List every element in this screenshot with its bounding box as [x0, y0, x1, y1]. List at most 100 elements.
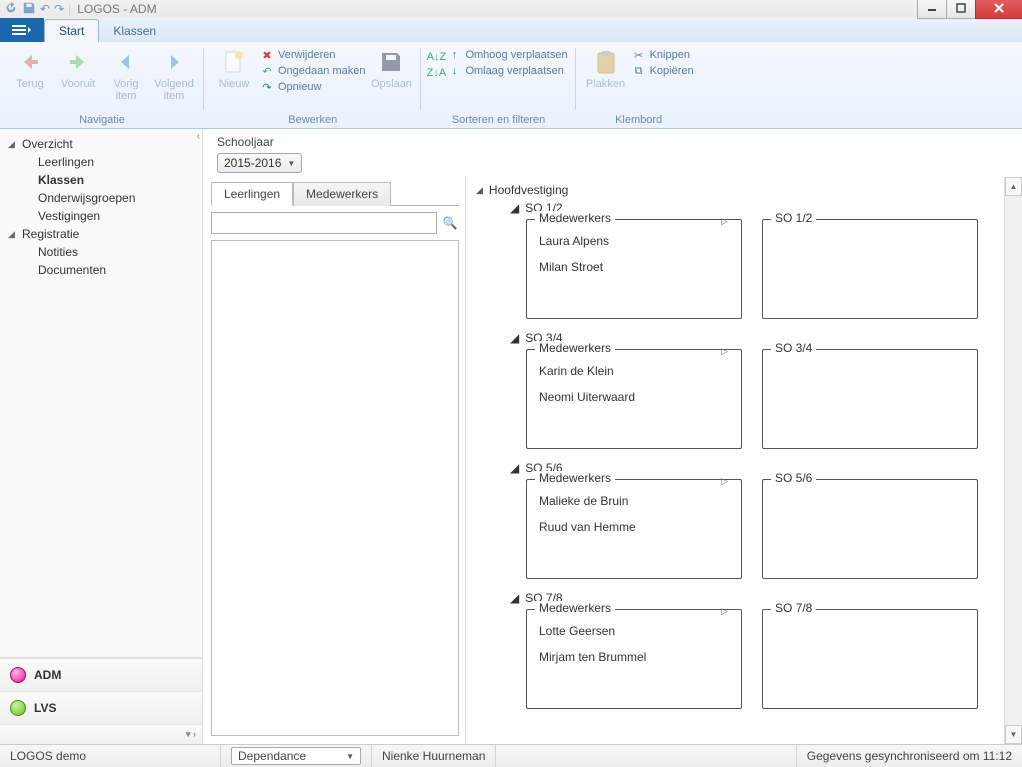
clipboard-icon: [592, 48, 620, 76]
nav-notities[interactable]: Notities: [0, 243, 202, 261]
nav-registratie[interactable]: ◢Registratie: [0, 225, 202, 243]
nav-prev-item-button[interactable]: Vorig item: [104, 44, 148, 102]
ribbon-group-bewerken: Nieuw ✖Verwijderen ↶Ongedaan maken ↷Opni…: [204, 42, 421, 128]
nav-klassen[interactable]: Klassen: [0, 171, 202, 189]
nav-vestigingen[interactable]: Vestigingen: [0, 207, 202, 225]
group-label-sorteren: Sorteren en filteren: [452, 114, 546, 128]
klas-body: MedewerkersLotte GeersenMirjam ten Brumm…: [526, 609, 1016, 709]
klas-box[interactable]: SO 3/4: [762, 349, 978, 449]
status-vestiging-select[interactable]: Dependance ▼: [231, 747, 361, 765]
ribbon: Terug Vooruit Vorig item Volgend item Na…: [0, 42, 1022, 129]
medewerker-name: Laura Alpens: [539, 228, 729, 254]
sort-az-icon: A↓Z: [429, 50, 443, 64]
medewerkers-box[interactable]: MedewerkersLotte GeersenMirjam ten Brumm…: [526, 609, 742, 709]
ribbon-tab-klassen[interactable]: Klassen: [99, 20, 170, 42]
app-menu-button[interactable]: [0, 18, 44, 42]
delete-icon: ✖: [260, 48, 274, 62]
klas-box[interactable]: SO 1/2: [762, 219, 978, 319]
nav-documenten[interactable]: Documenten: [0, 261, 202, 279]
minimize-button[interactable]: [917, 0, 946, 19]
arrow-down-icon: ↓: [447, 64, 461, 78]
qat-redo-icon[interactable]: ↷: [54, 2, 64, 16]
window-title: LOGOS - ADM: [77, 2, 156, 16]
klas-body: MedewerkersMalieke de BruinRuud van Hemm…: [526, 479, 1016, 579]
nav-back-button[interactable]: Terug: [8, 44, 52, 90]
leerlingen-list[interactable]: [211, 240, 459, 736]
expander-icon[interactable]: ▷: [721, 216, 728, 227]
search-icon[interactable]: 🔍: [441, 216, 459, 230]
medewerkers-box[interactable]: MedewerkersKarin de KleinNeomi Uiterwaar…: [526, 349, 742, 449]
klas-block: ◢SO 3/4MedewerkersKarin de KleinNeomi Ui…: [510, 329, 1016, 449]
medewerker-name: Karin de Klein: [539, 358, 729, 384]
save-icon: [377, 48, 405, 76]
arrow-left-icon: [16, 48, 44, 76]
navigation-panel: ‹ ◢Overzicht Leerlingen Klassen Onderwij…: [0, 129, 203, 744]
copy-button[interactable]: ⧉Kopiëren: [632, 64, 694, 78]
nav-section-lvs[interactable]: LVS: [0, 691, 202, 724]
chevron-down-icon: ▼: [287, 159, 295, 168]
status-user: Nienke Huurneman: [372, 745, 496, 767]
medewerker-name: Milan Stroet: [539, 254, 729, 280]
legend: SO 7/8: [771, 601, 816, 615]
right-scrollbar[interactable]: ▲ ▼: [1004, 177, 1022, 744]
dot-pink-icon: [10, 667, 26, 683]
nav-onderwijsgroepen[interactable]: Onderwijsgroepen: [0, 189, 202, 207]
scroll-down-icon[interactable]: ▼: [1005, 725, 1022, 744]
ribbon-tab-start[interactable]: Start: [44, 19, 99, 42]
medewerkers-box[interactable]: MedewerkersLaura AlpensMilan Stroet: [526, 219, 742, 319]
search-input[interactable]: [211, 212, 437, 234]
arrow-right-icon: [64, 48, 92, 76]
expander-icon[interactable]: ▷: [721, 346, 728, 357]
klas-box[interactable]: SO 5/6: [762, 479, 978, 579]
medewerker-name: Ruud van Hemme: [539, 514, 729, 540]
content-area: Schooljaar 2015-2016 ▼ Leerlingen Medewe…: [203, 129, 1022, 744]
ribbon-group-navigatie: Terug Vooruit Vorig item Volgend item Na…: [0, 42, 204, 128]
klas-box[interactable]: SO 7/8: [762, 609, 978, 709]
status-product: LOGOS demo: [0, 745, 221, 767]
tab-leerlingen[interactable]: Leerlingen: [211, 182, 293, 206]
move-down-button[interactable]: ↓Omlaag verplaatsen: [447, 64, 567, 78]
nav-section-adm[interactable]: ADM: [0, 658, 202, 691]
vestiging-header[interactable]: ◢ Hoofdvestiging: [476, 181, 1016, 199]
sort-az-button[interactable]: A↓Z: [429, 50, 443, 64]
qat-undo-icon[interactable]: ↶: [40, 2, 50, 16]
left-panel: Leerlingen Medewerkers 🔍: [203, 177, 466, 744]
close-button[interactable]: [975, 0, 1022, 19]
title-bar: ↶ ↷ | LOGOS - ADM: [0, 0, 1022, 18]
nav-leerlingen[interactable]: Leerlingen: [0, 153, 202, 171]
nav-overzicht[interactable]: ◢Overzicht: [0, 135, 202, 153]
nav-configure-button[interactable]: ▾ ›: [0, 724, 202, 744]
maximize-button[interactable]: [946, 0, 975, 19]
klas-block: ◢SO 7/8MedewerkersLotte GeersenMirjam te…: [510, 589, 1016, 709]
nav-collapse-button[interactable]: ‹: [197, 131, 200, 142]
scroll-up-icon[interactable]: ▲: [1005, 177, 1022, 196]
nav-next-item-button[interactable]: Volgend item: [152, 44, 196, 102]
ribbon-group-sorteren: A↓Z Z↓A ↑Omhoog verplaatsen ↓Omlaag verp…: [421, 42, 575, 128]
redo-button[interactable]: ↷Opnieuw: [260, 80, 365, 94]
group-label-klembord: Klembord: [615, 114, 662, 128]
medewerkers-box[interactable]: MedewerkersMalieke de BruinRuud van Hemm…: [526, 479, 742, 579]
delete-button[interactable]: ✖Verwijderen: [260, 48, 365, 62]
expander-icon[interactable]: ▷: [721, 606, 728, 617]
expander-icon[interactable]: ▷: [721, 476, 728, 487]
qat-sep: |: [68, 2, 71, 16]
save-button[interactable]: Opslaan: [369, 44, 413, 90]
copy-icon: ⧉: [632, 64, 646, 78]
chevron-left-icon: [112, 48, 140, 76]
klas-block: ◢SO 5/6MedewerkersMalieke de BruinRuud v…: [510, 459, 1016, 579]
klas-block: ◢SO 1/2MedewerkersLaura AlpensMilan Stro…: [510, 199, 1016, 319]
undo-button[interactable]: ↶Ongedaan maken: [260, 64, 365, 78]
paste-button[interactable]: Plakken: [584, 44, 628, 90]
legend: SO 5/6: [771, 471, 816, 485]
new-button[interactable]: Nieuw: [212, 44, 256, 90]
move-up-button[interactable]: ↑Omhoog verplaatsen: [447, 48, 567, 62]
schooljaar-select[interactable]: 2015-2016 ▼: [217, 153, 302, 173]
tab-medewerkers[interactable]: Medewerkers: [293, 182, 391, 206]
nav-forward-button[interactable]: Vooruit: [56, 44, 100, 90]
schooljaar-label: Schooljaar: [217, 135, 1014, 149]
legend: Medewerkers: [535, 341, 615, 355]
qat-save-icon[interactable]: [22, 1, 36, 18]
sort-za-button[interactable]: Z↓A: [429, 66, 443, 80]
qat-refresh-icon[interactable]: [4, 1, 18, 18]
cut-button[interactable]: ✂Knippen: [632, 48, 694, 62]
